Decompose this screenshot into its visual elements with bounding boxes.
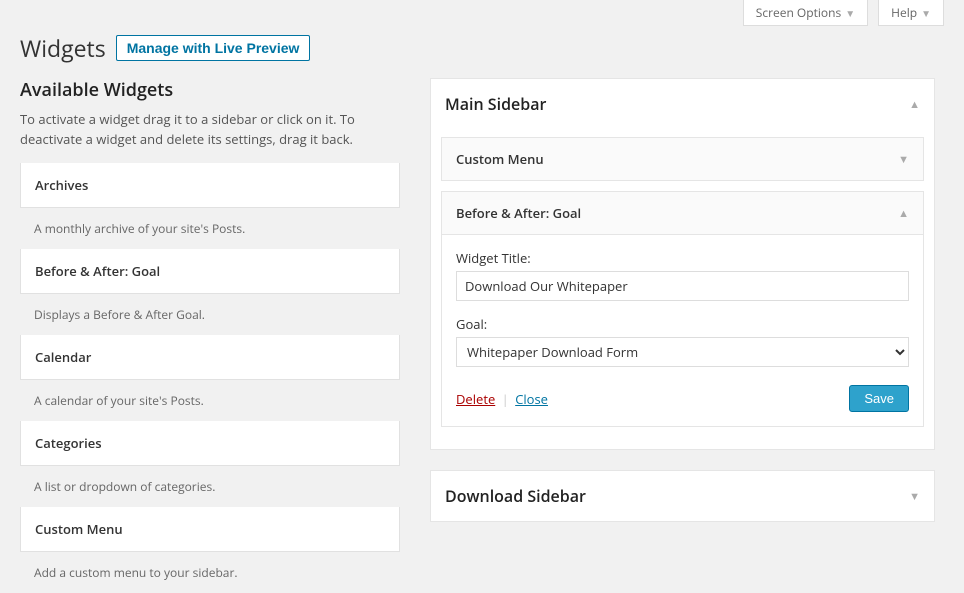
available-widget-desc: A calendar of your site's Posts. [20, 380, 400, 421]
chevron-down-icon: ▼ [845, 6, 855, 20]
sidebar-main-toggle[interactable]: Main Sidebar ▲ [431, 79, 934, 129]
widget-title-input[interactable] [456, 271, 909, 301]
available-widget-desc: A monthly archive of your site's Posts. [20, 208, 400, 249]
manage-live-preview-button[interactable]: Manage with Live Preview [116, 35, 311, 61]
page-title: Widgets [20, 32, 106, 64]
widget-instance-custom-menu: Custom Menu ▼ [441, 137, 924, 181]
chevron-down-icon: ▼ [921, 6, 931, 20]
chevron-down-icon: ▼ [898, 152, 909, 167]
sidebar-main-title: Main Sidebar [445, 93, 546, 115]
chevron-down-icon: ▼ [909, 489, 920, 504]
available-widget-desc: A list or dropdown of categories. [20, 466, 400, 507]
available-widget-archives[interactable]: Archives [20, 163, 400, 208]
available-widgets-description: To activate a widget drag it to a sideba… [20, 110, 400, 149]
goal-label: Goal: [456, 315, 909, 333]
separator: | [502, 390, 509, 408]
available-widget-calendar[interactable]: Calendar [20, 335, 400, 380]
help-tab[interactable]: Help ▼ [878, 0, 944, 26]
sidebar-download: Download Sidebar ▼ [430, 470, 935, 522]
available-widget-custom-menu[interactable]: Custom Menu [20, 507, 400, 552]
help-label: Help [891, 4, 917, 21]
sidebar-download-toggle[interactable]: Download Sidebar ▼ [431, 471, 934, 521]
chevron-up-icon: ▲ [909, 97, 920, 112]
chevron-up-icon: ▲ [898, 206, 909, 221]
widget-instance-title: Custom Menu [456, 150, 544, 168]
goal-select[interactable]: Whitepaper Download Form [456, 337, 909, 367]
screen-options-tab[interactable]: Screen Options ▼ [743, 0, 868, 26]
available-widgets-heading: Available Widgets [20, 78, 400, 102]
available-widget-desc: Displays a Before & After Goal. [20, 294, 400, 335]
screen-options-label: Screen Options [756, 4, 841, 21]
sidebar-download-title: Download Sidebar [445, 485, 586, 507]
widget-instance-before-after-goal: Before & After: Goal ▲ Widget Title: Goa… [441, 191, 924, 427]
widget-instance-before-after-goal-toggle[interactable]: Before & After: Goal ▲ [442, 192, 923, 234]
widget-title-label: Widget Title: [456, 249, 909, 267]
sidebar-main: Main Sidebar ▲ Custom Menu ▼ Before & Af… [430, 78, 935, 450]
available-widget-categories[interactable]: Categories [20, 421, 400, 466]
widget-instance-custom-menu-toggle[interactable]: Custom Menu ▼ [442, 138, 923, 180]
delete-link[interactable]: Delete [456, 390, 495, 408]
available-widget-before-after-goal[interactable]: Before & After: Goal [20, 249, 400, 294]
available-widget-desc: Add a custom menu to your sidebar. [20, 552, 400, 593]
save-button[interactable]: Save [849, 385, 909, 412]
widget-instance-title: Before & After: Goal [456, 204, 581, 222]
close-link[interactable]: Close [515, 390, 548, 408]
